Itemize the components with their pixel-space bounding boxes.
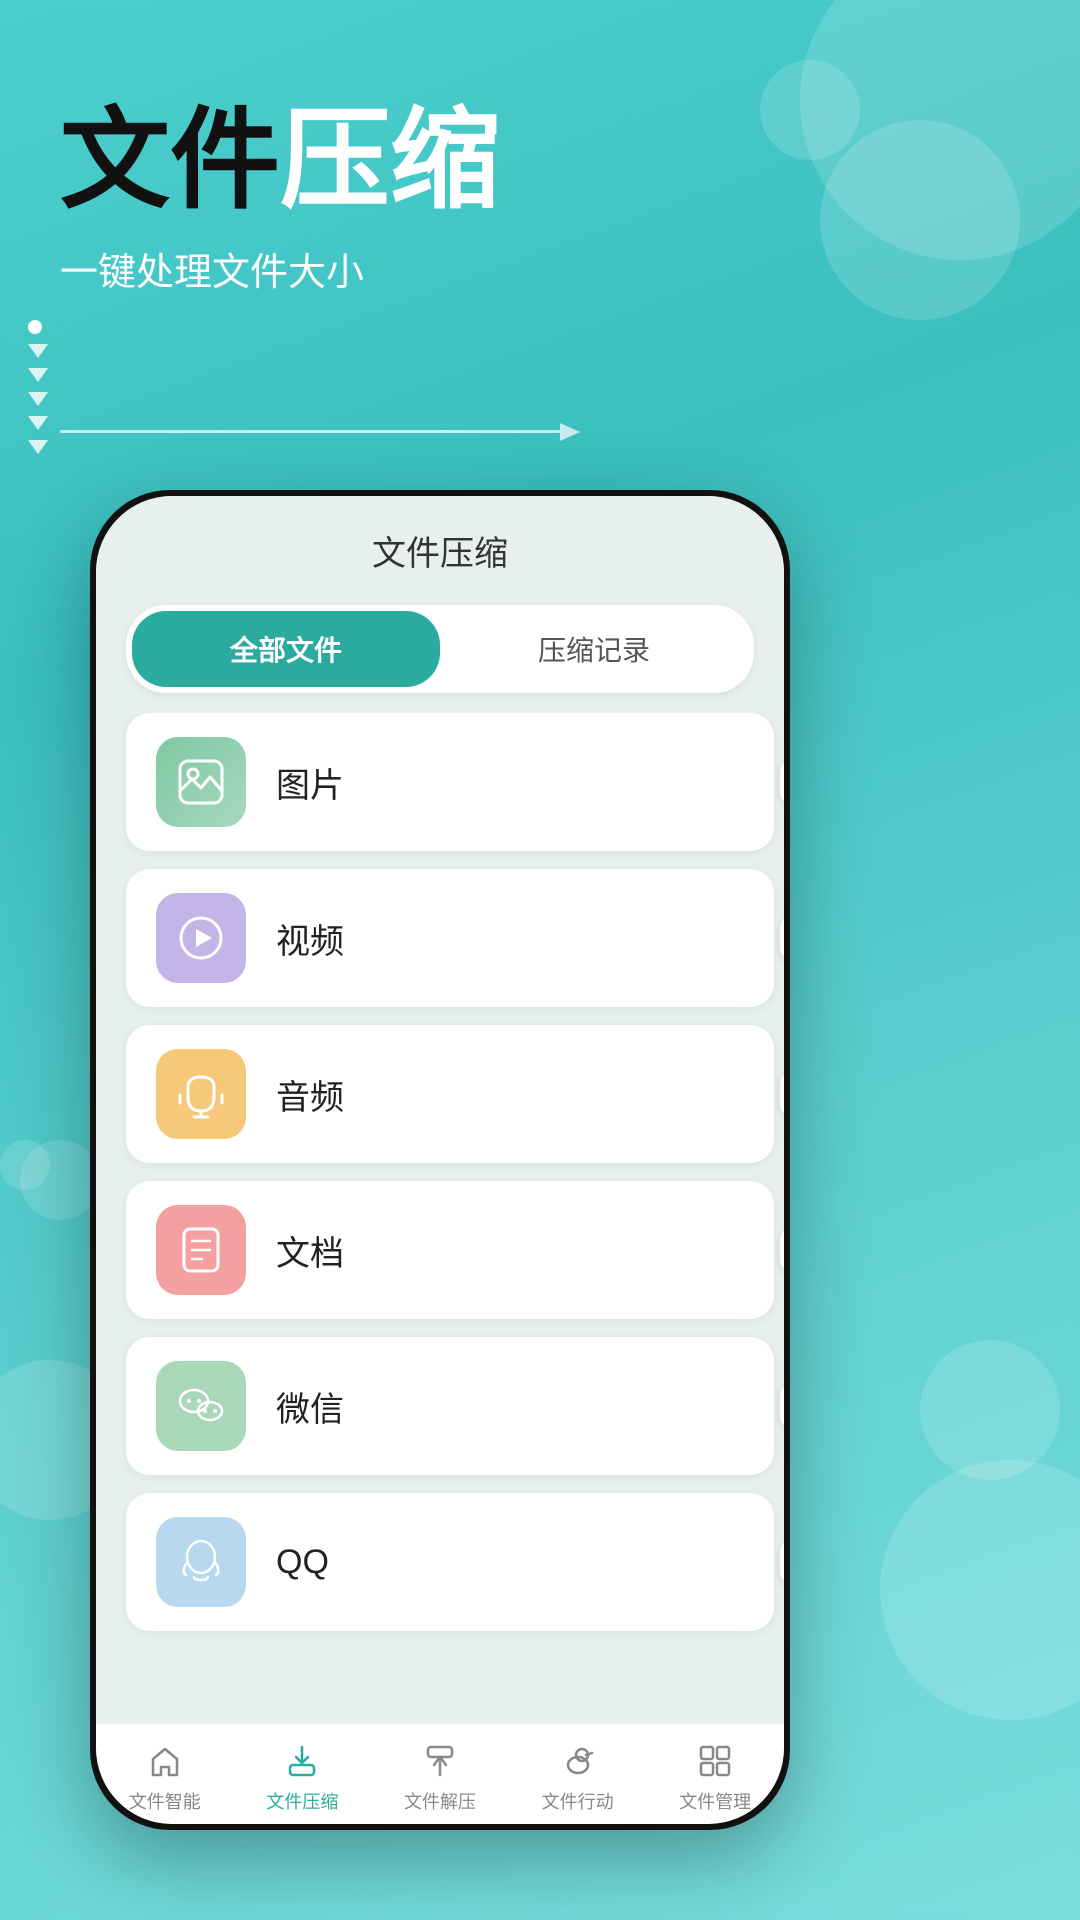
bg-circle-2 (820, 120, 1020, 320)
video-icon-wrap (156, 893, 246, 983)
phone-screen: 文件压缩 全部文件 压缩记录 图片 (96, 496, 784, 1824)
tab-all-files[interactable]: 全部文件 (132, 611, 440, 687)
audio-icon (174, 1067, 228, 1121)
header: 文件压缩 一键处理文件大小 (60, 100, 500, 296)
qq-icon (174, 1535, 228, 1589)
header-subtitle: 一键处理文件大小 (60, 241, 500, 296)
video-icon (174, 911, 228, 965)
arrow-dot (28, 320, 42, 334)
nav-home-label: 文件智能 (129, 1788, 201, 1814)
wechat-icon (174, 1379, 228, 1433)
arrow-tri-2 (28, 368, 48, 382)
file-item-video[interactable]: 视频 (126, 869, 774, 1007)
tab-compress-records[interactable]: 压缩记录 (440, 611, 748, 687)
doc-chevron (780, 1228, 784, 1272)
page-title: 文件压缩 (60, 100, 500, 221)
doc-label: 文档 (276, 1226, 344, 1275)
file-item-wechat[interactable]: 微信 (126, 1337, 774, 1475)
nav-home-icon (142, 1738, 188, 1784)
bg-circle-8 (0, 1140, 50, 1190)
qq-label: QQ (276, 1543, 329, 1582)
arrow-tri-5 (28, 440, 48, 454)
arrow-tri-3 (28, 392, 48, 406)
file-item-qq[interactable]: QQ (126, 1493, 774, 1631)
bg-circle-7 (920, 1340, 1060, 1480)
image-label: 图片 (276, 758, 344, 807)
phone-mockup: 文件压缩 全部文件 压缩记录 图片 (90, 490, 790, 1830)
nav-manage-label: 文件管理 (679, 1788, 751, 1814)
arrow-tri-4 (28, 416, 48, 430)
bottom-nav: 文件智能 文件压缩 文件解压 (96, 1723, 784, 1824)
left-arrows-decoration (28, 320, 48, 454)
tab-bar: 全部文件 压缩记录 (126, 605, 754, 693)
screen-topbar: 文件压缩 (96, 496, 784, 595)
screen-title: 文件压缩 (136, 526, 744, 575)
image-icon (174, 755, 228, 809)
doc-icon-wrap (156, 1205, 246, 1295)
file-item-image[interactable]: 图片 (126, 713, 774, 851)
qq-icon-wrap (156, 1517, 246, 1607)
audio-label: 音频 (276, 1070, 344, 1119)
nav-compress-label: 文件压缩 (266, 1788, 338, 1814)
wechat-icon-wrap (156, 1361, 246, 1451)
wechat-chevron (780, 1384, 784, 1428)
file-item-document[interactable]: 文档 (126, 1181, 774, 1319)
title-white: 压缩 (280, 99, 500, 222)
image-icon-wrap (156, 737, 246, 827)
nav-duck-icon (555, 1738, 601, 1784)
nav-extract-icon (417, 1738, 463, 1784)
qq-chevron (780, 1540, 784, 1584)
title-black: 文件 (60, 99, 280, 222)
video-chevron (780, 916, 784, 960)
doc-icon (174, 1223, 228, 1277)
arrow-tri-1 (28, 344, 48, 358)
bg-circle-3 (760, 60, 860, 160)
image-chevron (780, 760, 784, 804)
bg-circle-6 (880, 1460, 1080, 1720)
nav-item-duck[interactable]: 文件行动 (509, 1738, 647, 1814)
nav-item-home[interactable]: 文件智能 (96, 1738, 234, 1814)
video-label: 视频 (276, 914, 344, 963)
nav-extract-label: 文件解压 (404, 1788, 476, 1814)
file-list: 图片 视频 (96, 713, 784, 1723)
audio-icon-wrap (156, 1049, 246, 1139)
nav-item-manage[interactable]: 文件管理 (646, 1738, 784, 1814)
wechat-label: 微信 (276, 1382, 344, 1431)
audio-chevron (780, 1072, 784, 1116)
nav-item-extract[interactable]: 文件解压 (371, 1738, 509, 1814)
nav-manage-icon (692, 1738, 738, 1784)
nav-item-compress[interactable]: 文件压缩 (234, 1738, 372, 1814)
horizontal-line-decoration (60, 430, 560, 433)
file-item-audio[interactable]: 音频 (126, 1025, 774, 1163)
nav-duck-label: 文件行动 (542, 1788, 614, 1814)
nav-compress-icon (279, 1738, 325, 1784)
